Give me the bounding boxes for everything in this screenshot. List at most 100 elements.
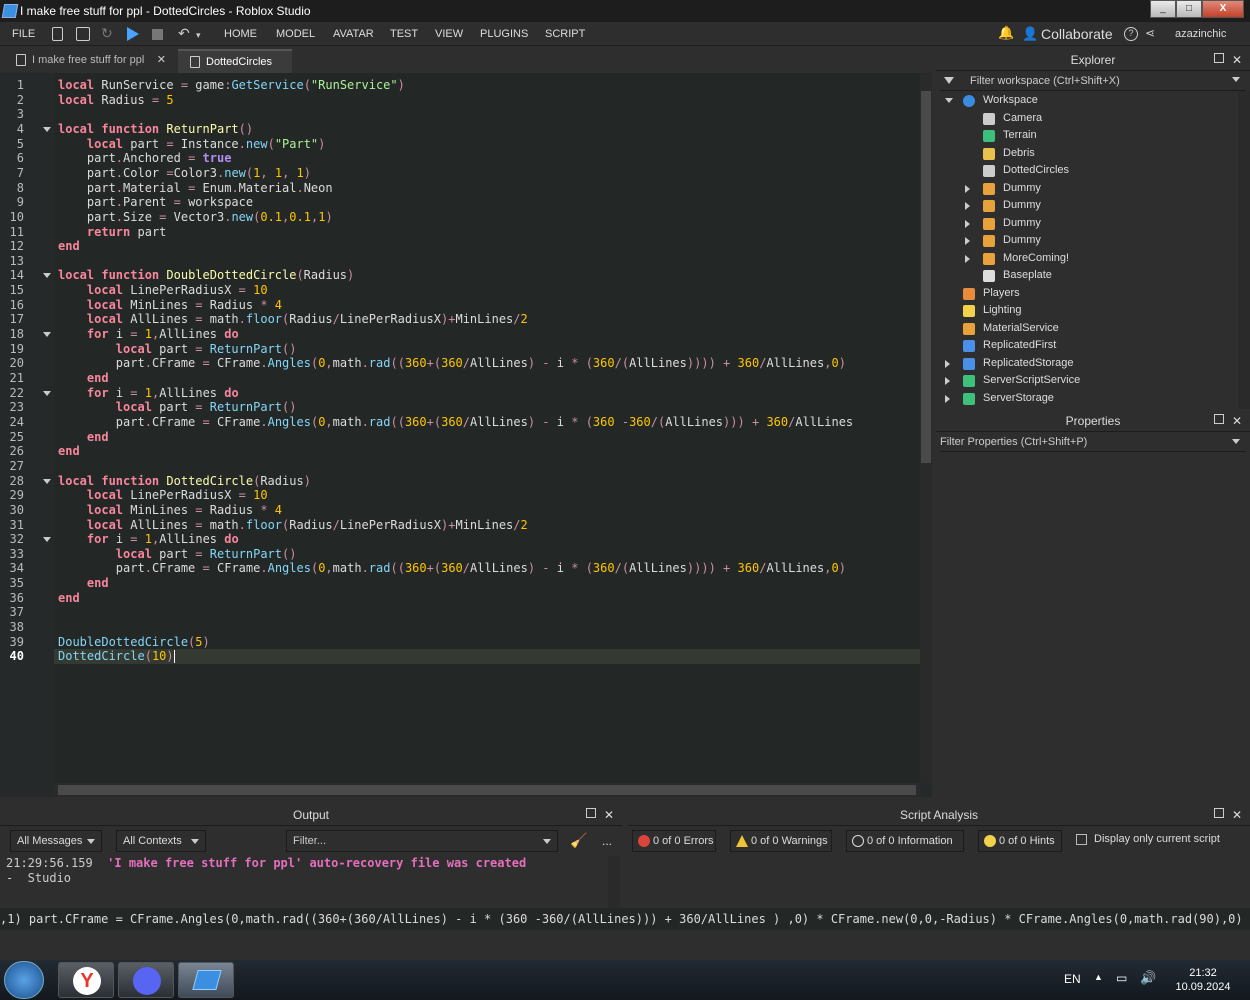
menu-plugins[interactable]: PLUGINS — [480, 28, 528, 40]
properties-filter-input[interactable]: Filter Properties (Ctrl+Shift+P) — [940, 434, 1246, 452]
code-line[interactable]: end — [58, 239, 80, 254]
explorer-item[interactable]: Dummy — [983, 215, 1041, 233]
discord-icon[interactable] — [118, 962, 174, 998]
output-scrollbar[interactable] — [608, 856, 620, 908]
explorer-filter-input[interactable]: Filter workspace (Ctrl+Shift+X) — [940, 73, 1246, 91]
code-line[interactable]: part.CFrame = CFrame.Angles(0,math.rad((… — [58, 356, 846, 371]
code-line[interactable]: part.Size = Vector3.new(0.1,0.1,1) — [58, 210, 333, 225]
code-line[interactable]: local MinLines = Radius * 4 — [58, 298, 282, 313]
code-line[interactable]: local part = ReturnPart() — [58, 342, 297, 357]
code-line[interactable]: local Radius = 5 — [58, 93, 174, 108]
code-line[interactable]: local part = ReturnPart() — [58, 547, 297, 562]
code-line[interactable]: local part = Instance.new("Part") — [58, 137, 326, 152]
menu-model[interactable]: MODEL — [276, 28, 315, 40]
code-line[interactable]: local function DoubleDottedCircle(Radius… — [58, 268, 354, 283]
explorer-item[interactable]: Dummy — [983, 197, 1041, 215]
undock-icon[interactable] — [1214, 808, 1224, 818]
maximize-button[interactable]: □ — [1176, 0, 1202, 18]
explorer-item[interactable]: Dummy — [983, 232, 1041, 250]
fold-toggle-icon[interactable] — [43, 390, 51, 396]
command-bar[interactable]: ,1) part.CFrame = CFrame.Angles(0,math.r… — [0, 908, 1250, 930]
explorer-item[interactable]: Workspace — [963, 92, 1038, 110]
messages-filter-dropdown[interactable]: All Messages — [10, 830, 102, 852]
code-line[interactable]: DoubleDottedCircle(5) — [58, 635, 210, 650]
explorer-item[interactable]: DottedCircles — [983, 162, 1069, 180]
close-icon[interactable]: ✕ — [1232, 410, 1242, 432]
chevron-right-icon[interactable] — [965, 219, 970, 228]
more-options-button[interactable]: ... — [602, 834, 612, 848]
code-line[interactable]: local RunService = game:GetService("RunS… — [58, 78, 405, 93]
clear-output-icon[interactable]: 🧹 — [570, 832, 587, 850]
clock[interactable]: 21:32 10.09.2024 — [1170, 966, 1236, 994]
tray-expand-icon[interactable]: ▲ — [1094, 972, 1103, 982]
minimize-button[interactable]: _ — [1150, 0, 1176, 18]
volume-icon[interactable]: 🔊 — [1140, 970, 1156, 986]
contexts-filter-dropdown[interactable]: All Contexts — [116, 830, 206, 852]
code-line[interactable]: local AllLines = math.floor(Radius/LineP… — [58, 518, 528, 533]
chevron-right-icon[interactable] — [945, 394, 950, 403]
chevron-down-icon[interactable] — [1232, 439, 1240, 444]
explorer-item[interactable]: Camera — [983, 110, 1042, 128]
code-line[interactable]: part.CFrame = CFrame.Angles(0,math.rad((… — [58, 415, 853, 430]
menu-view[interactable]: VIEW — [435, 28, 463, 40]
explorer-item[interactable]: Terrain — [983, 127, 1037, 145]
vertical-scrollbar-thumb[interactable] — [921, 91, 931, 463]
code-line[interactable]: return part — [58, 225, 166, 240]
explorer-item[interactable]: MoreComing! — [983, 250, 1069, 268]
code-line[interactable]: DottedCircle(10) — [58, 649, 175, 664]
current-script-checkbox[interactable] — [1076, 834, 1087, 845]
yandex-browser-icon[interactable]: Y — [58, 962, 114, 998]
roblox-studio-icon[interactable] — [178, 962, 234, 998]
language-indicator[interactable]: EN — [1064, 972, 1081, 986]
tab-place[interactable]: I make free stuff for ppl ✕ — [4, 49, 174, 73]
chevron-right-icon[interactable] — [965, 184, 970, 193]
code-line[interactable]: end — [58, 371, 109, 386]
output-filter-input[interactable]: Filter... — [286, 830, 558, 852]
code-line[interactable]: end — [58, 430, 109, 445]
explorer-item[interactable]: Baseplate — [983, 267, 1052, 285]
publish-icon[interactable] — [76, 27, 90, 41]
undock-icon[interactable] — [586, 808, 596, 818]
fold-toggle-icon[interactable] — [43, 332, 51, 338]
close-icon[interactable]: ✕ — [1232, 804, 1242, 826]
hints-filter-button[interactable]: 0 of 0 Hints — [978, 830, 1062, 852]
help-icon[interactable]: ? — [1124, 27, 1138, 41]
code-line[interactable]: for i = 1,AllLines do — [58, 327, 239, 342]
menu-test[interactable]: TEST — [390, 28, 418, 40]
menu-home[interactable]: HOME — [224, 28, 257, 40]
code-line[interactable]: part.Anchored = true — [58, 151, 232, 166]
code-line[interactable]: for i = 1,AllLines do — [58, 532, 239, 547]
code-line[interactable]: part.Material = Enum.Material.Neon — [58, 181, 333, 196]
chevron-down-icon[interactable] — [1232, 77, 1240, 82]
code-line[interactable]: part.Parent = workspace — [58, 195, 253, 210]
menu-script[interactable]: SCRIPT — [545, 28, 585, 40]
bell-icon[interactable]: 🔔 — [998, 25, 1014, 40]
fold-toggle-icon[interactable] — [43, 478, 51, 484]
undock-icon[interactable] — [1214, 414, 1224, 424]
chevron-down-icon[interactable] — [945, 98, 953, 103]
explorer-item[interactable]: ServerScriptService — [963, 372, 1080, 390]
fold-toggle-icon[interactable] — [43, 537, 51, 543]
close-icon[interactable]: ✕ — [1232, 49, 1242, 71]
new-file-icon[interactable] — [52, 27, 63, 41]
menu-file[interactable]: FILE — [12, 28, 35, 40]
undock-icon[interactable] — [1214, 53, 1224, 63]
code-line[interactable]: local function ReturnPart() — [58, 122, 253, 137]
chevron-right-icon[interactable] — [945, 377, 950, 385]
explorer-item[interactable]: ReplicatedStorage — [963, 355, 1074, 373]
chevron-right-icon[interactable] — [945, 359, 950, 368]
redo-icon[interactable]: ↻ — [101, 25, 115, 41]
share-icon[interactable]: ⋖ — [1145, 26, 1159, 40]
code-line[interactable]: local part = ReturnPart() — [58, 400, 297, 415]
windows-start-button[interactable] — [4, 961, 44, 999]
chevron-right-icon[interactable] — [965, 202, 970, 210]
collaborate-icon[interactable]: 👤 — [1022, 26, 1038, 41]
explorer-item[interactable]: Lighting — [963, 302, 1022, 320]
explorer-item[interactable]: Dummy — [983, 180, 1041, 198]
code-line[interactable]: end — [58, 591, 80, 606]
close-button[interactable]: X — [1202, 0, 1244, 18]
play-icon[interactable] — [127, 27, 139, 41]
code-line[interactable]: local LinePerRadiusX = 10 — [58, 283, 268, 298]
undo-dropdown-icon[interactable]: ▾ — [196, 30, 210, 44]
script-editor[interactable]: 1 2 3 4 5 6 7 8 9 10 11 12 13 14 15 16 17 18 19 20 21 22 23 24 2… — [0, 73, 932, 797]
